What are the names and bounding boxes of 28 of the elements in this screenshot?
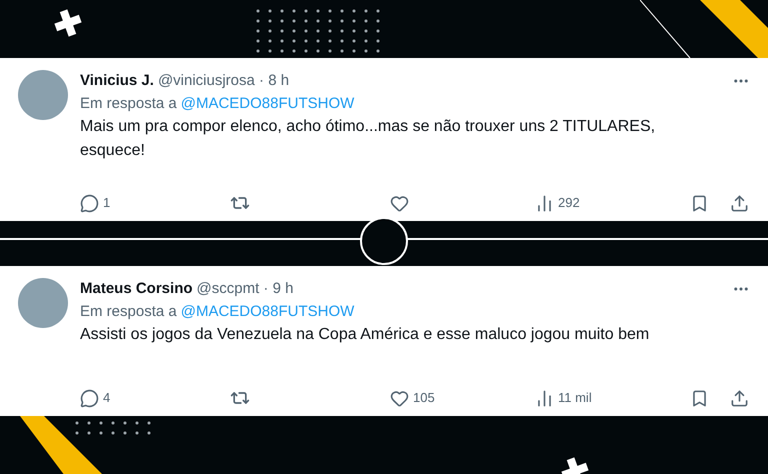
reply-icon[interactable] (80, 194, 99, 212)
share-icon[interactable] (730, 388, 749, 408)
views-icon[interactable] (535, 194, 554, 212)
like-count: 105 (413, 389, 435, 408)
mention-link[interactable]: @MACEDO88FUTSHOW (180, 300, 354, 323)
plus-icon (53, 8, 83, 38)
view-count: 11 mil (558, 389, 592, 408)
mention-link[interactable]: @MACEDO88FUTSHOW (180, 92, 354, 115)
bookmark-icon[interactable] (690, 194, 709, 212)
user-name: Mateus Corsino (80, 279, 193, 299)
avatar (18, 70, 68, 120)
views-icon[interactable] (535, 388, 554, 408)
share-icon[interactable] (730, 194, 749, 212)
handle-time: @viniciusjrosa · 8 h (158, 71, 290, 91)
reply-label: Em resposta a (80, 302, 177, 322)
reply-count: 1 (103, 194, 110, 212)
user-name: Vinicius J. (80, 71, 154, 91)
reply-icon[interactable] (80, 388, 99, 408)
like-icon[interactable] (390, 194, 409, 212)
tweet-text: Mais um pra compor elenco, acho ótimo...mas se não trouxer uns 2 TITULARES, esquece! (80, 117, 656, 161)
avatar (18, 278, 68, 328)
reply-count: 4 (103, 389, 110, 408)
view-count: 292 (558, 194, 580, 212)
like-icon[interactable] (390, 388, 409, 408)
reply-label: Em resposta a (80, 94, 177, 114)
handle-time: @sccpmt · 9 h (196, 279, 294, 299)
tweet-text: Assisti os jogos da Venezuela na Copa América e esse maluco jogou muito bem (80, 325, 650, 345)
bookmark-icon[interactable] (690, 388, 709, 408)
